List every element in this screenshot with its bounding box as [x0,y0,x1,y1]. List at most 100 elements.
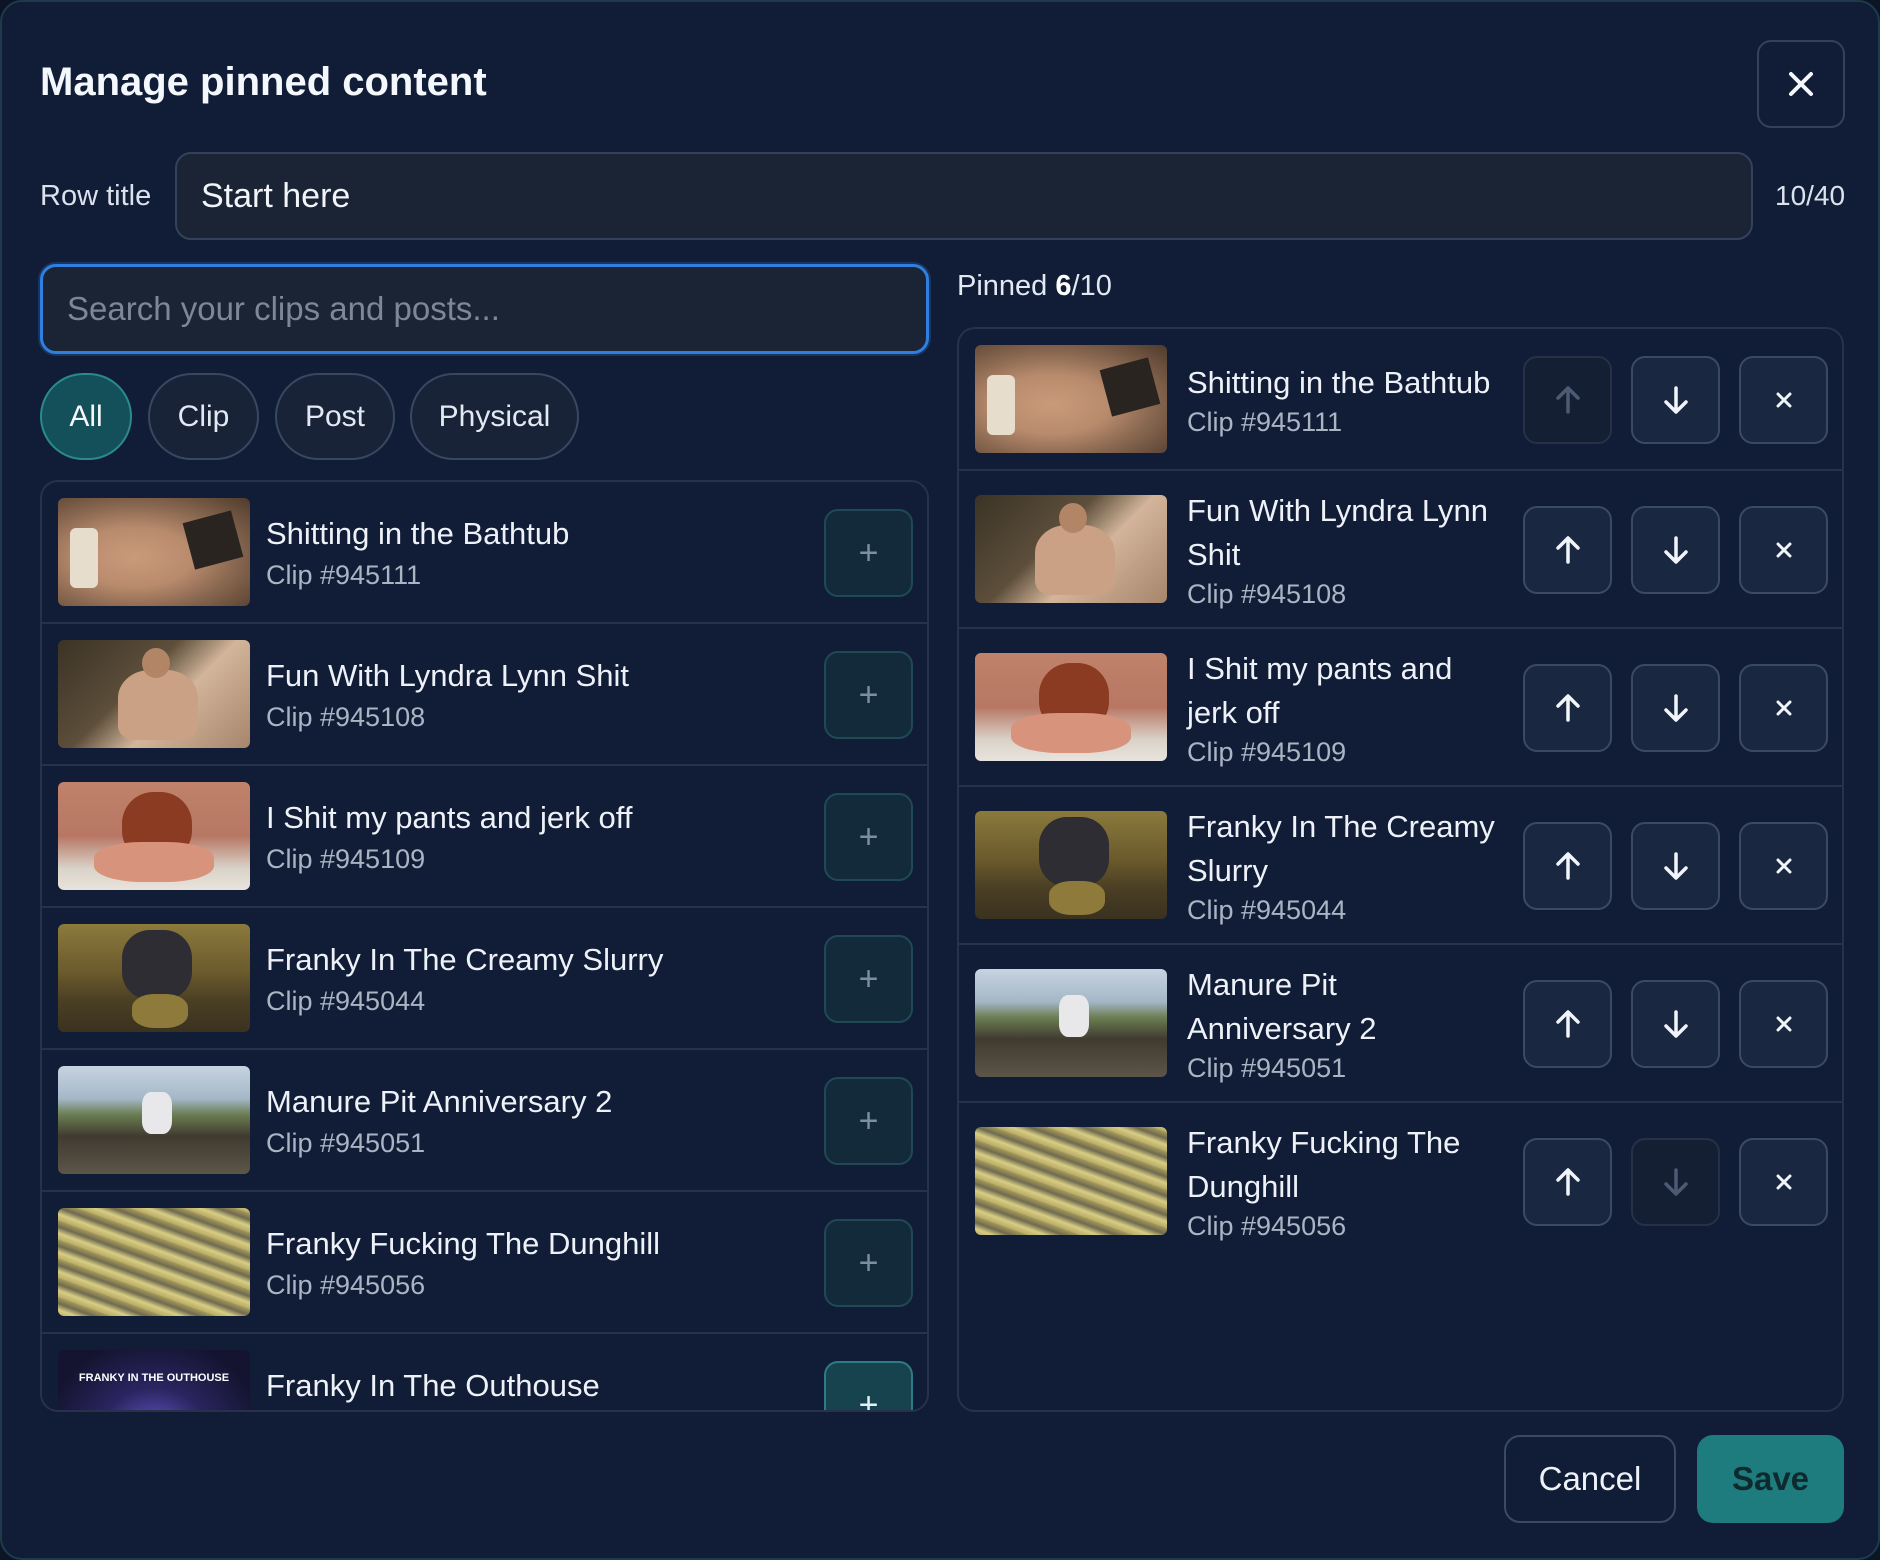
pinned-item: Shitting in the Bathtub Clip #945111 [959,329,1842,471]
move-up-button[interactable] [1523,1138,1612,1226]
pinned-item: Franky Fucking The Dunghill Clip #945056 [959,1103,1842,1261]
item-title: Franky In The Creamy Slurry [266,942,664,977]
filter-chip-all[interactable]: All [40,373,132,460]
close-button[interactable] [1757,40,1845,128]
list-item: Fun With Lyndra Lynn Shit Clip #945108 + [42,624,927,766]
add-button[interactable]: + [824,1219,913,1307]
move-down-button[interactable] [1631,664,1720,752]
filter-chip-physical[interactable]: Physical [410,373,579,460]
item-title: Franky In The Creamy Slurry [1187,809,1495,888]
move-up-button[interactable] [1523,506,1612,594]
move-up-button[interactable] [1523,356,1612,444]
plus-icon: + [858,1101,879,1140]
clip-thumbnail[interactable]: FRANKY IN THE OUTHOUSE [58,1350,250,1410]
item-subtitle: Clip #945111 [1187,407,1343,437]
clip-thumbnail[interactable] [58,1066,250,1174]
plus-icon: + [858,675,879,714]
arrow-up-icon [1555,852,1580,880]
item-subtitle: Clip #945051 [1187,1053,1347,1083]
arrow-down-icon [1663,536,1688,564]
dialog-title: Manage pinned content [40,60,487,104]
move-up-button[interactable] [1523,980,1612,1068]
item-title: Franky In The Outhouse [266,1368,600,1403]
unpin-button[interactable] [1739,1138,1828,1226]
item-title: Manure Pit Anniversary 2 [1187,967,1377,1046]
add-button[interactable]: + [824,793,913,881]
close-icon [1776,1174,1791,1190]
arrow-up-icon [1555,694,1580,722]
list-item: Franky In The Creamy Slurry Clip #945044… [42,908,927,1050]
search-input[interactable] [40,264,929,354]
save-button[interactable]: Save [1697,1435,1844,1523]
item-title: Fun With Lyndra Lynn Shit [1187,493,1488,572]
cancel-button[interactable]: Cancel [1504,1435,1676,1523]
unpin-button[interactable] [1739,506,1828,594]
list-item: Shitting in the Bathtub Clip #945111 + [42,482,927,624]
arrow-down-icon [1663,694,1688,722]
item-title: Franky Fucking The Dunghill [266,1226,660,1261]
item-subtitle: Clip #945109 [1187,737,1347,767]
item-subtitle: Clip #945051 [266,1128,426,1158]
item-subtitle: Clip #945044 [266,986,426,1016]
item-title: I Shit my pants and jerk off [266,800,633,835]
item-title: Shitting in the Bathtub [266,516,570,551]
clip-thumbnail [975,811,1167,919]
add-button[interactable]: + [824,651,913,739]
add-button[interactable]: + [824,1077,913,1165]
item-subtitle: Clip #945056 [266,1270,426,1300]
plus-icon: + [858,1385,879,1412]
clip-thumbnail[interactable] [58,1208,250,1316]
item-subtitle: Clip #945111 [266,560,422,590]
move-down-button[interactable] [1631,356,1720,444]
item-subtitle: Clip #945044 [1187,895,1347,925]
clip-thumbnail [975,345,1167,453]
filter-chip-clip[interactable]: Clip [148,373,259,460]
plus-icon: + [858,1243,879,1282]
arrow-up-icon [1555,1168,1580,1196]
item-subtitle: Clip #945108 [266,702,426,732]
row-title-label: Row title [40,180,152,212]
pinned-item: Franky In The Creamy Slurry Clip #945044 [959,787,1842,945]
arrow-up-icon [1555,1010,1580,1038]
row-title-input[interactable] [175,152,1753,240]
move-up-button[interactable] [1523,664,1612,752]
add-button[interactable]: + [824,509,913,597]
clip-thumbnail[interactable] [58,640,250,748]
plus-icon: + [858,959,879,998]
arrow-down-icon [1663,1168,1688,1196]
close-icon [1776,542,1791,558]
pinned-item: I Shit my pants and jerk off Clip #94510… [959,629,1842,787]
add-button[interactable]: + [824,1361,913,1412]
move-down-button[interactable] [1631,980,1720,1068]
item-title: I Shit my pants and jerk off [1187,651,1453,730]
pinned-item: Fun With Lyndra Lynn Shit Clip #945108 [959,471,1842,629]
clip-thumbnail[interactable] [58,498,250,606]
item-subtitle: Clip #945108 [1187,579,1347,609]
pinned-count: Pinned 6/10 [957,270,1112,302]
move-down-button[interactable] [1631,506,1720,594]
list-item: Manure Pit Anniversary 2 Clip #945051 + [42,1050,927,1192]
unpin-button[interactable] [1739,980,1828,1068]
close-icon [1789,72,1813,96]
unpin-button[interactable] [1739,822,1828,910]
clip-thumbnail [975,969,1167,1077]
move-down-button[interactable] [1631,822,1720,910]
clip-thumbnail[interactable] [58,782,250,890]
unpin-button[interactable] [1739,664,1828,752]
add-button[interactable]: + [824,935,913,1023]
clip-thumbnail [975,1127,1167,1235]
item-subtitle: Clip #945056 [1187,1211,1347,1241]
clip-thumbnail [975,495,1167,603]
unpin-button[interactable] [1739,356,1828,444]
close-icon [1776,700,1791,716]
list-item: FRANKY IN THE OUTHOUSE Franky In The Out… [42,1334,927,1412]
content-list: Shitting in the Bathtub Clip #945111 + F… [40,480,929,1412]
manage-pinned-dialog: Manage pinned content Row title 10/40 Al… [0,0,1880,1560]
filter-chip-post[interactable]: Post [275,373,395,460]
move-up-button[interactable] [1523,822,1612,910]
clip-thumbnail[interactable] [58,924,250,1032]
pinned-item: Manure Pit Anniversary 2 Clip #945051 [959,945,1842,1103]
item-title: Fun With Lyndra Lynn Shit [266,658,629,693]
move-down-button[interactable] [1631,1138,1720,1226]
arrow-down-icon [1663,852,1688,880]
